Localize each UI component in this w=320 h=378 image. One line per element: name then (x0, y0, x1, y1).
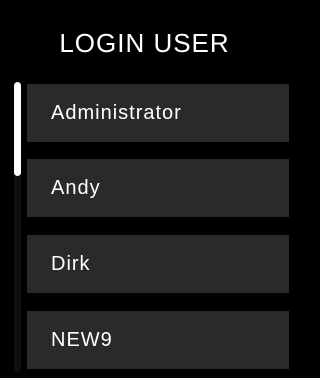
user-item-administrator[interactable]: Administrator (27, 84, 289, 142)
user-item-dirk[interactable]: Dirk (27, 235, 289, 293)
user-item-andy[interactable]: Andy (27, 159, 289, 217)
page-title: LOGIN USER (59, 28, 230, 58)
user-list: Administrator Andy Dirk NEW9 (27, 84, 289, 378)
scrollbar-thumb[interactable] (14, 82, 21, 176)
login-user-screen: LOGIN USER Administrator Andy Dirk NEW9 (0, 0, 289, 378)
user-item-new9[interactable]: NEW9 (27, 311, 289, 369)
